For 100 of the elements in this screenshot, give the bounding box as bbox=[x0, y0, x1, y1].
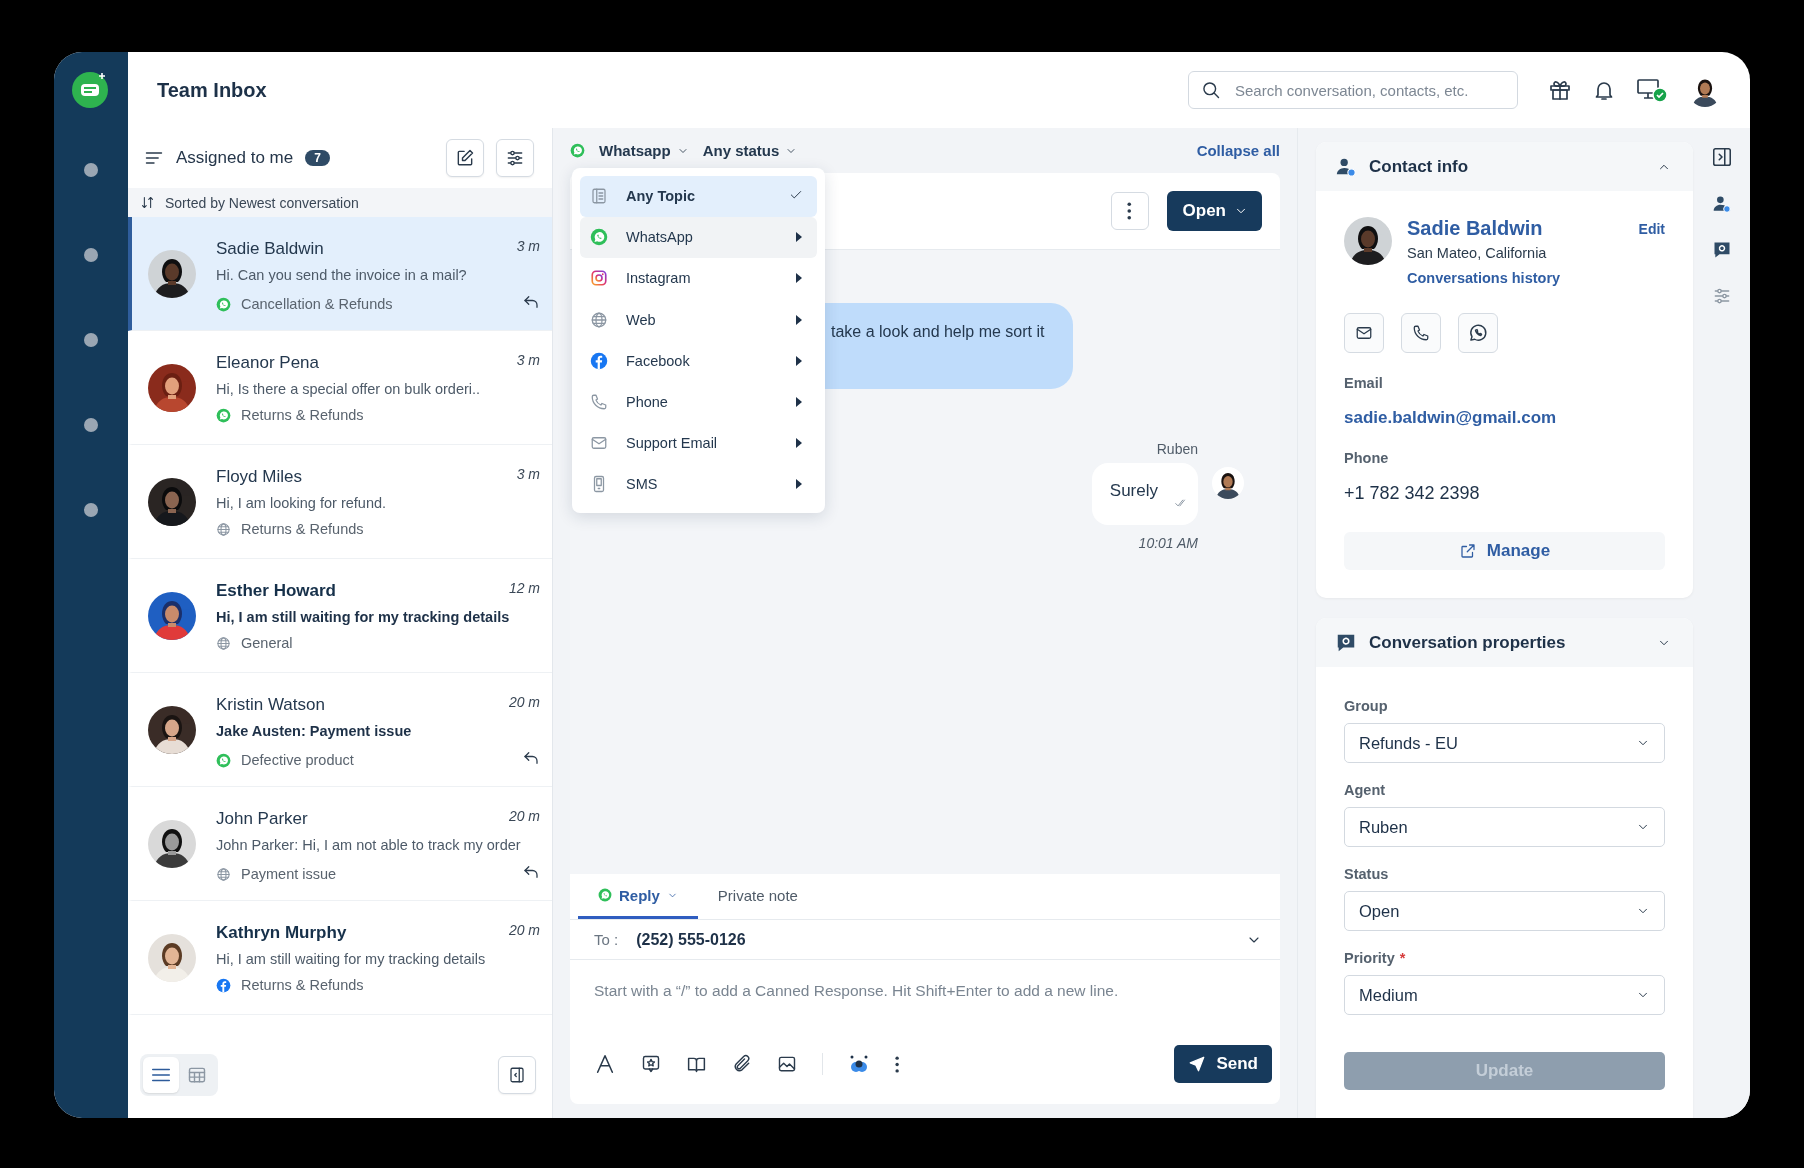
time-label: 3 m bbox=[516, 465, 540, 483]
instagram-icon bbox=[590, 269, 608, 288]
dropdown-select[interactable]: Ruben bbox=[1344, 807, 1665, 847]
composer[interactable]: Reply Private note To : (252) 555-0126 Start with a “/” to add a Canned Response. Hit Shift+Enter to add a new line. Send bbox=[570, 874, 1280, 1104]
time-label: 20 m bbox=[508, 807, 540, 825]
conversation-item[interactable]: Kristin Watson 20 m Jake Austen: Payment issue Defective product bbox=[128, 673, 552, 787]
conversation-item[interactable]: Eleanor Pena 3 m Hi, Is there a special offer on bulk orderi.. Returns & Refunds bbox=[128, 331, 552, 445]
dropdown-select[interactable]: Medium bbox=[1344, 975, 1665, 1015]
time-label: 20 m bbox=[508, 693, 540, 711]
external-link-icon bbox=[1458, 542, 1477, 560]
conversation-item[interactable]: Sadie Baldwin 3 m Hi. Can you send the invoice in a mail? Cancellation & Refunds bbox=[128, 217, 552, 331]
whatsapp-icon bbox=[570, 143, 585, 158]
panel-toggle-button[interactable] bbox=[1710, 146, 1733, 168]
field-label: Agent bbox=[1344, 782, 1386, 798]
filter-button[interactable] bbox=[496, 139, 534, 177]
nav-dot-icon[interactable] bbox=[84, 503, 98, 517]
kebab-icon bbox=[895, 1055, 900, 1073]
text-format-icon bbox=[594, 1053, 616, 1075]
reply-icon bbox=[522, 749, 540, 767]
globe-icon bbox=[590, 310, 608, 329]
conversation-item[interactable]: John Parker 20 m John Parker: Hi, I am not able to track my order Payment issue bbox=[128, 787, 552, 901]
contact-name: Kristin Watson bbox=[216, 694, 325, 716]
bot-icon[interactable] bbox=[848, 1054, 870, 1074]
composer-tab[interactable]: Private note bbox=[697, 874, 818, 919]
topic-label: Returns & Refunds bbox=[241, 407, 364, 423]
search-input[interactable]: Search conversation, contacts, etc. bbox=[1233, 80, 1505, 100]
history-link[interactable]: Conversations history bbox=[1407, 270, 1561, 286]
contact-name: Eleanor Pena bbox=[216, 352, 320, 374]
nav-dot-icon[interactable] bbox=[84, 163, 98, 177]
contact-name: Sadie Baldwin bbox=[216, 238, 324, 260]
whatsapp-icon bbox=[590, 228, 608, 247]
globe-icon bbox=[216, 866, 231, 882]
field-label: Status bbox=[1344, 866, 1389, 882]
nav-dot-icon[interactable] bbox=[84, 248, 98, 262]
menu-item[interactable]: Support Email bbox=[580, 422, 817, 464]
whatsapp-icon bbox=[598, 888, 612, 902]
time-label: 3 m bbox=[516, 237, 540, 255]
menu-item[interactable]: Instagram bbox=[580, 258, 817, 299]
conversation-item[interactable]: Esther Howard 12 m Hi, I am still waiting for my tracking details General bbox=[128, 559, 552, 673]
monitor-icon[interactable] bbox=[1636, 77, 1668, 103]
whatsapp-icon bbox=[216, 296, 231, 312]
whatsapp-button[interactable] bbox=[1458, 313, 1498, 353]
search-field[interactable]: Search conversation, contacts, etc. bbox=[1188, 71, 1518, 109]
manage-button[interactable]: Manage bbox=[1344, 532, 1665, 570]
recipient-number: (252) 555-0126 bbox=[636, 930, 746, 949]
contact-name: Esther Howard bbox=[216, 580, 336, 602]
email-button[interactable] bbox=[1344, 313, 1384, 353]
status-button[interactable]: Open bbox=[1166, 191, 1262, 231]
menu-item[interactable]: SMS bbox=[580, 463, 817, 505]
topic-label: Returns & Refunds bbox=[241, 521, 364, 537]
contact-tab-button[interactable] bbox=[1711, 194, 1732, 214]
message-preview: John Parker: Hi, I am not able to track my order bbox=[216, 836, 522, 855]
dropdown-select[interactable]: Open bbox=[1344, 891, 1665, 931]
channel-filter[interactable]: Whatsapp bbox=[599, 142, 689, 159]
call-button[interactable] bbox=[1401, 313, 1441, 353]
contact-name: Kathryn Murphy bbox=[216, 922, 347, 944]
nav-dot-icon[interactable] bbox=[84, 333, 98, 347]
menu-item[interactable]: Any Topic bbox=[580, 176, 817, 217]
globe-icon bbox=[216, 635, 231, 651]
composer-tab[interactable]: Reply bbox=[578, 874, 698, 919]
menu-item[interactable]: Facebook bbox=[580, 340, 817, 381]
message-preview: Jake Austen: Payment issue bbox=[216, 722, 413, 741]
whatsapp-outline-icon bbox=[1468, 323, 1488, 343]
document-icon bbox=[590, 187, 608, 206]
logo-icon[interactable] bbox=[71, 69, 111, 109]
location-text: San Mateo, California bbox=[1407, 245, 1548, 261]
message-preview: Hi, I am still waiting for my tracking details bbox=[216, 950, 487, 969]
conversation-item[interactable]: Kathryn Murphy 20 m Hi, I am still waiting for my tracking details Returns & Refunds bbox=[128, 901, 552, 1015]
star-chat-icon bbox=[641, 1054, 661, 1074]
field-label: Phone bbox=[1344, 450, 1390, 466]
topic-label: Defective product bbox=[241, 752, 354, 768]
collapse-all-link[interactable]: Collapse all bbox=[1196, 142, 1280, 159]
envelope-icon bbox=[1355, 324, 1373, 342]
conversation-item[interactable]: Floyd Miles 3 m Hi, I am looking for refund. Returns & Refunds bbox=[128, 445, 552, 559]
facebook-icon bbox=[590, 351, 608, 370]
facebook-icon bbox=[216, 977, 231, 993]
phone-number: +1 782 342 2398 bbox=[1344, 483, 1481, 504]
panel-right-icon bbox=[1710, 146, 1733, 168]
email-link[interactable]: sadie.baldwin@gmail.com bbox=[1344, 408, 1665, 428]
menu-item[interactable]: Web bbox=[580, 299, 817, 340]
collapse-panel-button[interactable] bbox=[498, 1056, 536, 1094]
compose-button[interactable] bbox=[446, 139, 484, 177]
message-preview: Hi, Is there a special offer on bulk orderi.. bbox=[216, 380, 482, 399]
send-button[interactable]: Send bbox=[1174, 1045, 1272, 1083]
list-view-button[interactable] bbox=[143, 1057, 179, 1093]
page-title: Team Inbox bbox=[157, 78, 267, 102]
contact-name: John Parker bbox=[216, 808, 308, 830]
dropdown-select[interactable]: Refunds - EU bbox=[1344, 723, 1665, 763]
status-filter[interactable]: Any status bbox=[702, 142, 798, 159]
menu-item[interactable]: Phone bbox=[580, 381, 817, 422]
sort-icon bbox=[140, 195, 155, 210]
sort-label: Sorted by Newest conversation bbox=[165, 194, 359, 211]
search-icon bbox=[1201, 80, 1221, 100]
menu-item[interactable]: WhatsApp bbox=[580, 217, 817, 258]
edit-link[interactable]: Edit bbox=[1638, 220, 1665, 237]
topic-label: General bbox=[241, 635, 293, 651]
phone-icon bbox=[590, 392, 608, 411]
nav-dot-icon[interactable] bbox=[84, 418, 98, 432]
topic-label: Payment issue bbox=[241, 866, 337, 882]
image-icon bbox=[777, 1054, 797, 1074]
